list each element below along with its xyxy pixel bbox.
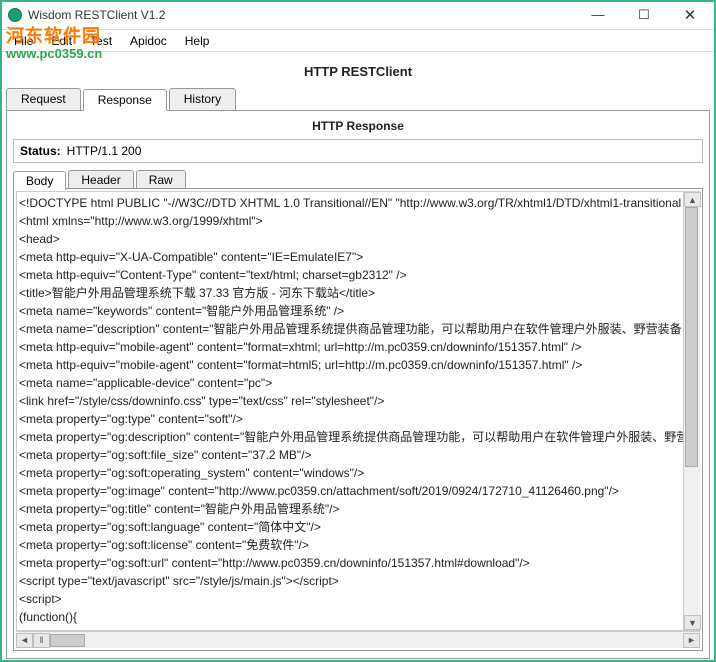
scroll-left-icon-2[interactable]: ‖ xyxy=(33,633,50,648)
scroll-right-icon[interactable]: ► xyxy=(683,633,700,648)
body-line: (function(){ xyxy=(19,608,697,626)
tab-response[interactable]: Response xyxy=(83,89,167,111)
status-label: Status: xyxy=(20,144,61,158)
menu-apidoc[interactable]: Apidoc xyxy=(122,32,175,50)
body-line: <meta property="og:image" content="http:… xyxy=(19,482,697,500)
body-line: <meta property="og:soft:license" content… xyxy=(19,536,697,554)
window-title: Wisdom RESTClient V1.2 xyxy=(28,8,165,22)
maximize-button[interactable]: ☐ xyxy=(630,5,658,25)
scroll-up-icon[interactable]: ▲ xyxy=(684,192,701,207)
response-section-title: HTTP Response xyxy=(13,117,703,139)
body-line: <meta property="og:soft:language" conten… xyxy=(19,518,697,536)
body-line: <script> xyxy=(19,590,697,608)
vscroll-track[interactable] xyxy=(684,207,700,615)
hscroll-thumb[interactable] xyxy=(50,634,85,647)
body-line: <meta property="og:soft:url" content="ht… xyxy=(19,554,697,572)
scroll-left-icon[interactable]: ◄ xyxy=(16,633,33,648)
minimize-button[interactable]: — xyxy=(584,5,612,25)
inner-tab-header[interactable]: Header xyxy=(68,170,133,189)
body-line: <meta name="description" content="智能户外用品… xyxy=(19,320,697,338)
body-line: <!DOCTYPE html PUBLIC "-//W3C//DTD XHTML… xyxy=(19,194,697,212)
hscroll-track[interactable] xyxy=(50,633,683,648)
body-line: <meta http-equiv="mobile-agent" content=… xyxy=(19,338,697,356)
menu-test[interactable]: Test xyxy=(82,32,120,50)
horizontal-scrollbar[interactable]: ◄ ‖ ► xyxy=(16,631,700,648)
body-line: <meta name="applicable-device" content="… xyxy=(19,374,697,392)
body-line: <meta property="og:description" content=… xyxy=(19,428,697,446)
body-line: <title>智能户外用品管理系统下载 37.33 官方版 - 河东下载站</t… xyxy=(19,284,697,302)
response-body-content[interactable]: <!DOCTYPE html PUBLIC "-//W3C//DTD XHTML… xyxy=(16,191,700,631)
vscroll-thumb[interactable] xyxy=(685,207,698,467)
body-line: <meta property="og:type" content="soft"/… xyxy=(19,410,697,428)
body-line: var bp = document.createElement('script'… xyxy=(19,626,697,631)
menu-edit[interactable]: Edit xyxy=(43,32,80,50)
titlebar: Wisdom RESTClient V1.2 — ☐ ✕ xyxy=(0,0,716,30)
body-line: <head> xyxy=(19,230,697,248)
response-panel: HTTP Response Status: HTTP/1.1 200 Body … xyxy=(6,110,710,659)
body-line: <meta http-equiv="Content-Type" content=… xyxy=(19,266,697,284)
vertical-scrollbar[interactable]: ▲ ▼ xyxy=(683,192,700,630)
status-value: HTTP/1.1 200 xyxy=(67,144,142,158)
body-line: <meta property="og:soft:file_size" conte… xyxy=(19,446,697,464)
response-inner-tabs: Body Header Raw xyxy=(13,170,703,189)
body-line: <script type="text/javascript" src="/sty… xyxy=(19,572,697,590)
body-line: <meta http-equiv="X-UA-Compatible" conte… xyxy=(19,248,697,266)
body-line: <html xmlns="http://www.w3.org/1999/xhtm… xyxy=(19,212,697,230)
inner-tab-body[interactable]: Body xyxy=(13,171,66,190)
body-panel: <!DOCTYPE html PUBLIC "-//W3C//DTD XHTML… xyxy=(13,188,703,651)
body-line: <meta property="og:title" content="智能户外用… xyxy=(19,500,697,518)
main-tabs: Request Response History xyxy=(6,88,710,111)
inner-tab-raw[interactable]: Raw xyxy=(136,170,186,189)
tab-history[interactable]: History xyxy=(169,88,236,110)
body-line: <link href="/style/css/downinfo.css" typ… xyxy=(19,392,697,410)
body-line: <meta name="keywords" content="智能户外用品管理系… xyxy=(19,302,697,320)
scroll-down-icon[interactable]: ▼ xyxy=(684,615,701,630)
menubar: File Edit Test Apidoc Help xyxy=(0,30,716,52)
app-title: HTTP RESTClient xyxy=(6,58,710,87)
status-row: Status: HTTP/1.1 200 xyxy=(13,139,703,163)
body-line: <meta http-equiv="mobile-agent" content=… xyxy=(19,356,697,374)
body-line: <meta property="og:soft:operating_system… xyxy=(19,464,697,482)
menu-help[interactable]: Help xyxy=(177,32,218,50)
tab-request[interactable]: Request xyxy=(6,88,81,110)
close-button[interactable]: ✕ xyxy=(676,5,704,25)
app-icon xyxy=(8,8,22,22)
menu-file[interactable]: File xyxy=(6,32,41,50)
